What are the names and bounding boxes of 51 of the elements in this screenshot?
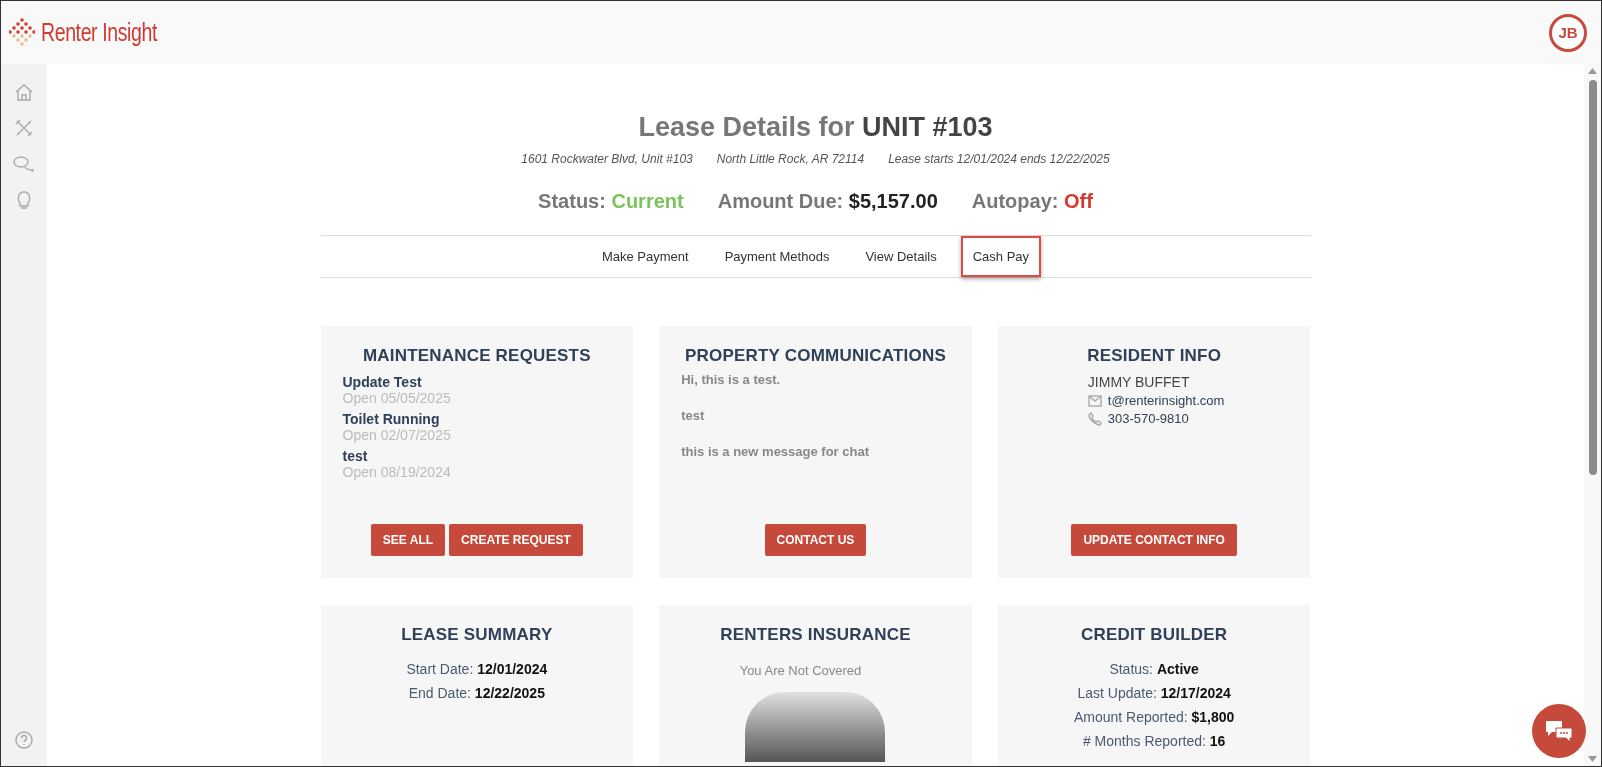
card-title: RESIDENT INFO <box>1087 346 1222 366</box>
scroll-up-icon[interactable] <box>1588 68 1597 74</box>
request-status: Open 05/05/2025 <box>342 390 452 406</box>
logo-text: Renter Insight <box>41 18 157 47</box>
phone-text: 303-570-9810 <box>1107 411 1189 426</box>
phone-icon <box>1087 411 1102 426</box>
field-text: End Date: 12/22/2025 <box>408 685 545 701</box>
request-title[interactable]: test <box>342 448 612 464</box>
message-text[interactable]: this is a new message for chat <box>681 444 950 459</box>
summary-text: Status: Current <box>538 190 684 213</box>
request-title[interactable]: Toilet Running <box>342 411 612 427</box>
action-button[interactable]: CONTACT US <box>764 524 867 556</box>
user-avatar[interactable]: JB <box>1549 13 1587 52</box>
action-button[interactable]: UPDATE CONTACT INFO <box>1071 524 1237 556</box>
card-title: LEASE SUMMARY <box>401 625 553 645</box>
email-text: t@renterinsight.com <box>1107 393 1225 408</box>
card-title: CREDIT BUILDER <box>1080 625 1228 645</box>
logo-icon <box>9 17 35 48</box>
card-title: PROPERTY COMMUNICATIONS <box>685 346 946 366</box>
action-button[interactable]: CREATE REQUEST <box>449 524 583 556</box>
page-title: Lease Details for UNIT #103 <box>638 112 993 143</box>
scroll-down-icon[interactable] <box>1588 756 1597 762</box>
scrollbar[interactable] <box>1584 64 1601 766</box>
summary-text: Autopay: Off <box>971 190 1093 213</box>
nav-tab[interactable]: Cash Pay <box>960 236 1042 277</box>
lease-dates-text: Lease starts 12/01/2024 ends 12/22/2025 <box>888 152 1110 166</box>
nav-tab[interactable]: Make Payment <box>589 236 701 277</box>
nav-tab[interactable]: Payment Methods <box>712 236 842 277</box>
field-text: Start Date: 12/01/2024 <box>406 661 548 677</box>
action-button[interactable]: SEE ALL <box>370 524 446 556</box>
chat-button[interactable] <box>1532 704 1586 758</box>
request-status: Open 02/07/2025 <box>342 427 452 443</box>
message-text[interactable]: Hi, this is a test. <box>681 372 950 387</box>
city-text: North Little Rock, AR 72114 <box>716 152 865 166</box>
message-text[interactable]: test <box>681 408 950 423</box>
field-text: Amount Reported: $1,800 <box>1074 709 1235 725</box>
chat-bubbles-icon <box>1544 719 1574 743</box>
summary-text: Amount Due: $5,157.00 <box>717 190 938 213</box>
card-title: MAINTENANCE REQUESTS <box>362 346 591 366</box>
request-title[interactable]: Update Test <box>342 374 612 390</box>
coverage-note: You Are Not Covered <box>739 663 862 678</box>
mail-icon <box>1087 394 1102 407</box>
nav-tab[interactable]: View Details <box>853 236 949 277</box>
field-text: Last Update: 12/17/2024 <box>1077 685 1231 701</box>
address-text: 1601 Rockwater Blvd, Unit #103 <box>521 152 693 166</box>
field-text: Status: Active <box>1109 661 1199 677</box>
card-title: RENTERS INSURANCE <box>720 625 911 645</box>
field-text: # Months Reported: 16 <box>1082 733 1226 749</box>
request-status: Open 08/19/2024 <box>342 464 452 480</box>
help-icon[interactable] <box>12 728 36 752</box>
resident-name: JIMMY BUFFET <box>1087 374 1191 390</box>
